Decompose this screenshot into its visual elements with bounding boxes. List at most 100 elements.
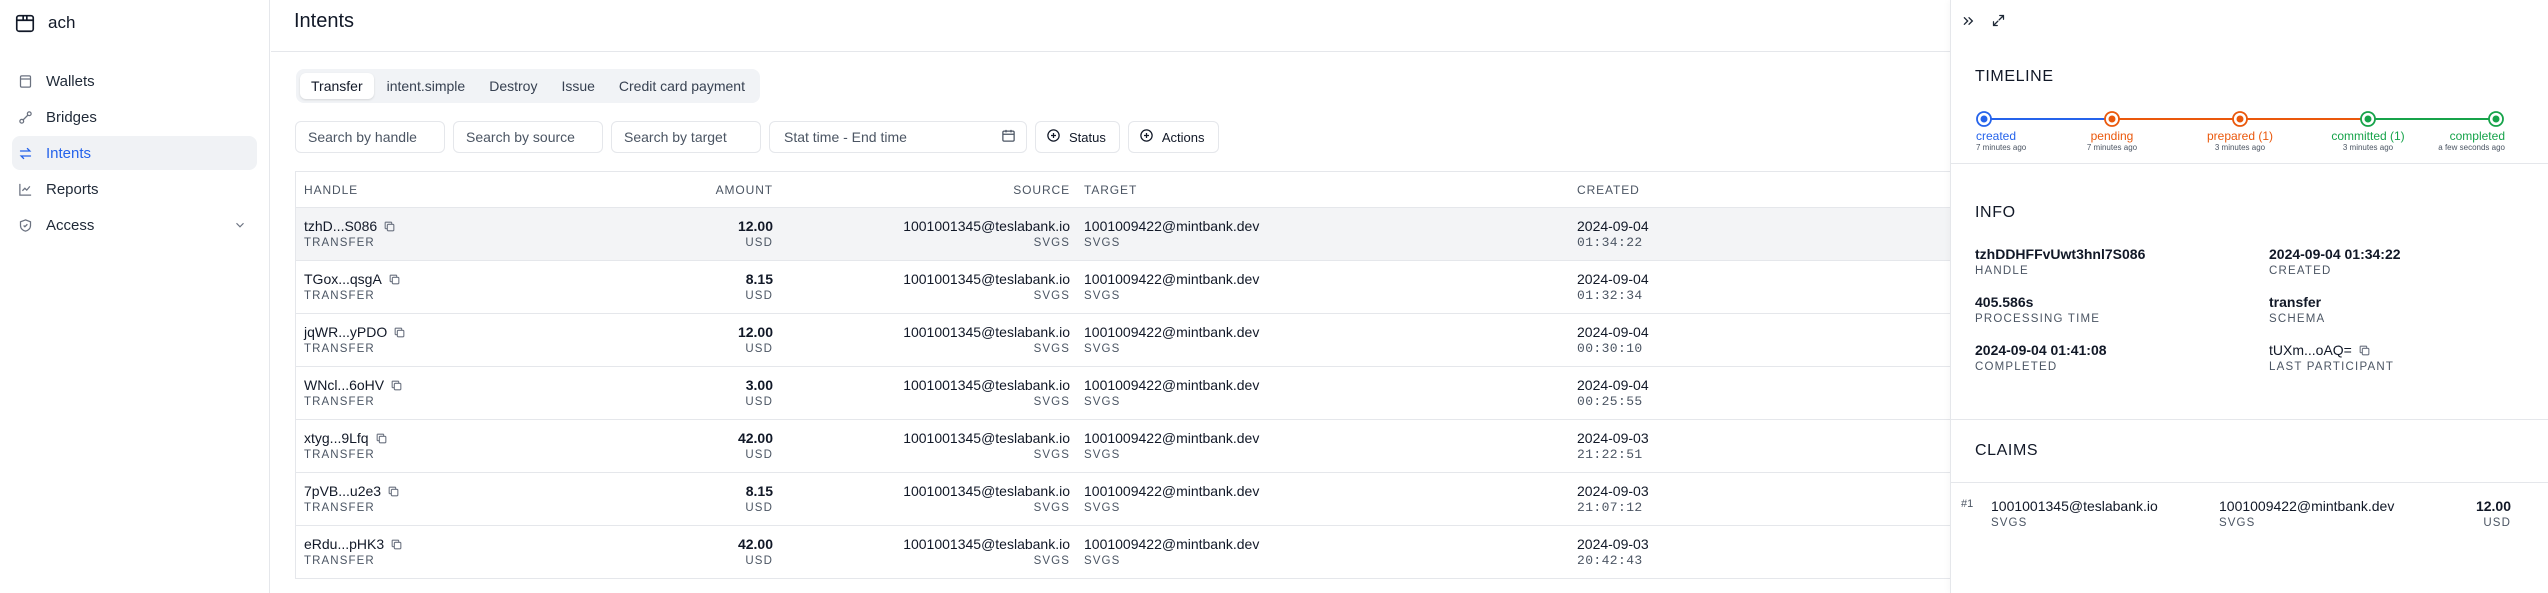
currency: USD (745, 236, 773, 249)
copy-icon[interactable] (375, 432, 388, 445)
source-cell: 1001001345@teslabank.io SVGS (773, 271, 1070, 304)
target-network: SVGS (1084, 395, 1121, 408)
created-time: 21:22:51 (1577, 446, 1643, 462)
column-header-handle[interactable]: HANDLE (296, 183, 476, 197)
source-search-input[interactable] (453, 121, 603, 153)
tab-destroy[interactable]: Destroy (478, 73, 548, 99)
tab-transfer[interactable]: Transfer (300, 73, 374, 99)
sidebar-item-reports[interactable]: Reports (12, 172, 257, 206)
amount-cell: 42.00 USD (476, 430, 773, 463)
last-participant-value: tUXm...oAQ= (2269, 342, 2352, 358)
tab-intent-simple[interactable]: intent.simple (376, 73, 477, 99)
created-date: 2024-09-03 (1577, 429, 1649, 446)
chevron-down-icon (233, 218, 247, 232)
created-date: 2024-09-04 (1577, 323, 1649, 340)
column-header-created[interactable]: CREATED (1563, 183, 1763, 197)
status-filter-button[interactable]: Status (1035, 121, 1120, 153)
sidebar-item-intents[interactable]: Intents (12, 136, 257, 170)
source-cell: 1001001345@teslabank.io SVGS (773, 430, 1070, 463)
claim-amount: 12.00 USD (2475, 498, 2511, 529)
copy-icon[interactable] (383, 220, 396, 233)
source-network: SVGS (1033, 448, 1070, 461)
tab-bar: Transfer intent.simple Destroy Issue Cre… (296, 69, 760, 103)
info-handle: tzhDDHFFvUwt3hnl7S086 HANDLE (1975, 246, 2145, 277)
copy-icon[interactable] (390, 379, 403, 392)
target-account: 1001009422@mintbank.dev (1084, 376, 1260, 393)
copy-icon[interactable] (387, 485, 400, 498)
sidebar-item-label: Bridges (46, 108, 97, 126)
timeline-dot-pending (2104, 111, 2120, 127)
table-row[interactable]: xtyg...9Lfq TRANSFER 42.00 USD 100100134… (296, 420, 1975, 473)
copy-icon[interactable] (393, 326, 406, 339)
table-row[interactable]: eRdu...pHK3 TRANSFER 42.00 USD 100100134… (296, 526, 1975, 579)
table-row[interactable]: WNcl...6oHV TRANSFER 3.00 USD 1001001345… (296, 367, 1975, 420)
arrows-swap-icon (18, 146, 46, 161)
source-cell: 1001001345@teslabank.io SVGS (773, 218, 1070, 251)
source-network: SVGS (1033, 501, 1070, 514)
sidebar: ach Wallets Bridges Intents Reports Acce… (0, 0, 270, 593)
target-network: SVGS (1084, 236, 1121, 249)
claim-row[interactable]: #1 1001001345@teslabank.io SVGS 10010094… (1951, 482, 2548, 542)
column-header-amount[interactable]: AMOUNT (476, 183, 773, 197)
expand-icon[interactable] (1991, 13, 2006, 33)
tab-credit-card-payment[interactable]: Credit card payment (608, 73, 756, 99)
target-search-input[interactable] (611, 121, 761, 153)
table-row[interactable]: 7pVB...u2e3 TRANSFER 8.15 USD 1001001345… (296, 473, 1975, 526)
target-account: 1001009422@mintbank.dev (1084, 217, 1260, 234)
box-logo-icon (14, 12, 36, 34)
info-created: 2024-09-04 01:34:22 CREATED (2269, 246, 2401, 277)
table-row[interactable]: jqWR...yPDO TRANSFER 12.00 USD 100100134… (296, 314, 1975, 367)
amount-value: 8.15 (745, 482, 773, 499)
sidebar-item-label: Intents (46, 144, 92, 162)
source-network: SVGS (1033, 342, 1070, 355)
date-range-picker[interactable]: Stat time - End time (769, 121, 1027, 153)
amount-cell: 12.00 USD (476, 218, 773, 251)
copy-icon[interactable] (2358, 344, 2371, 357)
created-cell: 2024-09-03 20:42:43 (1563, 536, 1763, 569)
sidebar-nav: Wallets Bridges Intents Reports Access (0, 46, 269, 242)
actions-filter-button[interactable]: Actions (1127, 121, 1219, 153)
last-participant-row: tUXm...oAQ= (2269, 342, 2394, 358)
created-label: CREATED (2269, 265, 2332, 277)
target-cell: 1001009422@mintbank.dev SVGS (1070, 430, 1563, 463)
created-cell: 2024-09-03 21:07:12 (1563, 483, 1763, 516)
source-account: 1001001345@teslabank.io (903, 270, 1070, 287)
created-cell: 2024-09-04 00:30:10 (1563, 324, 1763, 357)
column-header-source[interactable]: SOURCE (773, 183, 1070, 197)
currency: USD (745, 554, 773, 567)
shield-icon (18, 218, 46, 233)
handle-search-input[interactable] (295, 121, 445, 153)
created-cell: 2024-09-04 00:25:55 (1563, 377, 1763, 410)
created-time: 00:30:10 (1577, 340, 1643, 356)
copy-icon[interactable] (390, 538, 403, 551)
table-body: tzhD...S086 TRANSFER 12.00 USD 100100134… (296, 208, 1975, 579)
created-date: 2024-09-04 (1577, 376, 1649, 393)
target-network: SVGS (1084, 554, 1121, 567)
source-cell: 1001001345@teslabank.io SVGS (773, 377, 1070, 410)
column-header-target[interactable]: TARGET (1070, 183, 1563, 197)
target-cell: 1001009422@mintbank.dev SVGS (1070, 483, 1563, 516)
target-account: 1001009422@mintbank.dev (1084, 482, 1260, 499)
table-header: HANDLE AMOUNT SOURCE TARGET CREATED (296, 172, 1975, 208)
source-network: SVGS (1033, 395, 1070, 408)
intent-type: TRANSFER (304, 236, 375, 249)
target-cell: 1001009422@mintbank.dev SVGS (1070, 377, 1563, 410)
table-row[interactable]: tzhD...S086 TRANSFER 12.00 USD 100100134… (296, 208, 1975, 261)
amount-cell: 42.00 USD (476, 536, 773, 569)
created-cell: 2024-09-04 01:32:34 (1563, 271, 1763, 304)
intent-handle: TGox...qsgA (304, 270, 382, 287)
brand[interactable]: ach (0, 0, 269, 46)
handle-value: tzhDDHFFvUwt3hnl7S086 (1975, 246, 2146, 262)
table-row[interactable]: TGox...qsgA TRANSFER 8.15 USD 1001001345… (296, 261, 1975, 314)
handle-cell: WNcl...6oHV TRANSFER (296, 377, 476, 410)
amount-value: 3.00 (745, 376, 773, 393)
sidebar-item-wallets[interactable]: Wallets (12, 64, 257, 98)
source-account: 1001001345@teslabank.io (903, 217, 1070, 234)
collapse-panel-icon[interactable] (1961, 13, 1977, 34)
source-cell: 1001001345@teslabank.io SVGS (773, 483, 1070, 516)
sidebar-item-bridges[interactable]: Bridges (12, 100, 257, 134)
tab-issue[interactable]: Issue (550, 73, 605, 99)
sidebar-item-access[interactable]: Access (12, 208, 257, 242)
copy-icon[interactable] (388, 273, 401, 286)
page-title: Intents (294, 10, 355, 32)
